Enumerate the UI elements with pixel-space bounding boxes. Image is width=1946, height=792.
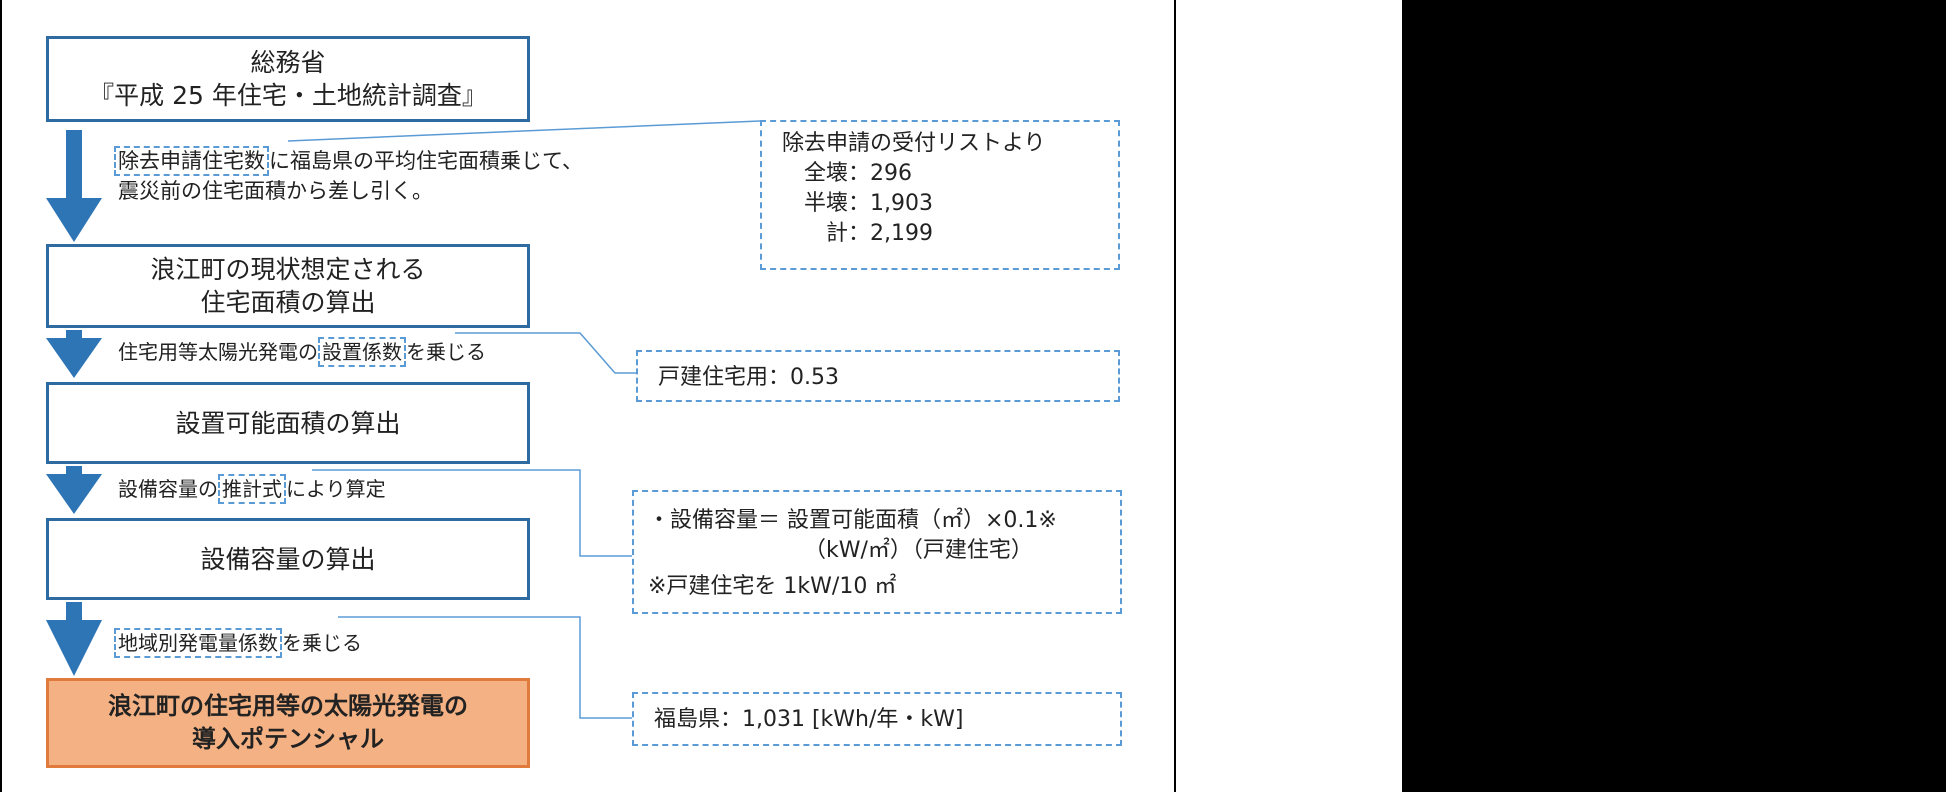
step-description-1: 除去申請住宅数 に福島県の平均住宅面積乗じて、 震災前の住宅面積から差し引く。 <box>114 146 583 206</box>
step1-text-line2: 震災前の住宅面積から差し引く。 <box>118 179 433 203</box>
regional-factor-note: 福島県：1,031 [kWh/年・kW] <box>632 692 1122 746</box>
capacity-formula-line1: ・設備容量＝ 設置可能面積（㎡）×0.1※ <box>648 508 1057 533</box>
installable-area-box: 設置可能面積の算出 <box>46 382 530 464</box>
step1-text: に福島県の平均住宅面積乗じて、 <box>269 149 583 173</box>
estimation-formula-highlight: 推計式 <box>218 474 286 504</box>
total-destroyed-count: 全壊：296 <box>804 161 912 186</box>
step3-text-post: により算定 <box>286 477 386 501</box>
current-housing-area-box: 浪江町の現状想定される 住宅面積の算出 <box>46 244 530 328</box>
current-housing-area-line1: 浪江町の現状想定される <box>150 255 426 284</box>
installation-factor-highlight: 設置係数 <box>318 337 406 367</box>
step2-text-pre: 住宅用等太陽光発電の <box>118 340 318 364</box>
source-survey-name: 『平成 25 年住宅・土地統計調査』 <box>89 81 487 110</box>
total-count: 計：2,199 <box>826 221 933 246</box>
capacity-formula-footnote: ※戸建住宅を 1kW/10 ㎡ <box>648 574 897 599</box>
capacity-formula-note: ・設備容量＝ 設置可能面積（㎡）×0.1※ （kW/㎡）（戸建住宅） ※戸建住宅… <box>632 490 1122 614</box>
flow-arrow <box>46 602 102 676</box>
current-housing-area-line2: 住宅面積の算出 <box>200 288 376 317</box>
step-description-3: 設備容量の 推計式 により算定 <box>118 474 386 504</box>
step-description-2: 住宅用等太陽光発電の 設置係数 を乗じる <box>118 337 486 367</box>
installation-factor-note: 戸建住宅用：0.53 <box>636 350 1120 402</box>
step3-text-pre: 設備容量の <box>118 477 218 501</box>
fukushima-generation-factor: 福島県：1,031 [kWh/年・kW] <box>654 707 964 732</box>
installable-area-label: 設置可能面積の算出 <box>175 408 401 438</box>
source-box: 総務省 『平成 25 年住宅・土地統計調査』 <box>46 36 530 122</box>
half-destroyed-count: 半壊：1,903 <box>804 191 933 216</box>
flow-arrow <box>46 466 102 514</box>
removal-list-title: 除去申請の受付リストより <box>782 131 1046 156</box>
removal-application-count-highlight: 除去申請住宅数 <box>114 146 269 176</box>
removal-list-note: 除去申請の受付リストより 全壊：296 半壊：1,903 計：2,199 <box>760 120 1120 270</box>
step-description-4: 地域別発電量係数 を乗じる <box>114 628 362 658</box>
connector-line <box>287 120 761 142</box>
potential-result-line1: 浪江町の住宅用等の太陽光発電の <box>108 692 468 720</box>
capacity-box: 設備容量の算出 <box>46 518 530 600</box>
source-title: 総務省 <box>250 48 326 77</box>
capacity-formula-line2: （kW/㎡）（戸建住宅） <box>804 538 1033 563</box>
step2-text-post: を乗じる <box>406 340 486 364</box>
potential-result-line2: 導入ポテンシャル <box>192 725 384 753</box>
capacity-label: 設備容量の算出 <box>200 544 376 574</box>
detached-house-factor: 戸建住宅用：0.53 <box>658 365 839 390</box>
flow-arrow <box>46 330 102 378</box>
step4-text-post: を乗じる <box>282 631 362 655</box>
regional-generation-factor-highlight: 地域別発電量係数 <box>114 628 282 658</box>
potential-result-box: 浪江町の住宅用等の太陽光発電の 導入ポテンシャル <box>46 678 530 768</box>
flow-arrow <box>46 130 102 242</box>
